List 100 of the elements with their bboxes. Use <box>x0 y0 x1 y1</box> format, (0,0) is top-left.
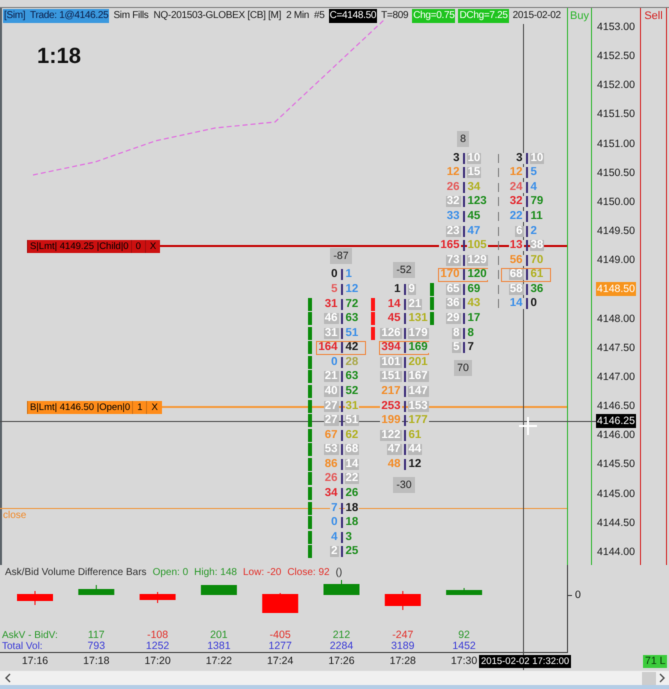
bid-volume: 4 <box>330 532 338 543</box>
price-label: 4152.00 <box>596 78 636 92</box>
ask-volume: 38 <box>530 240 544 252</box>
ask-volume: 51 <box>344 328 360 339</box>
delta-value: 92 <box>458 630 470 641</box>
ask-volume: 21 <box>408 298 422 310</box>
bid-volume: 170 <box>439 269 460 280</box>
candle <box>384 591 421 610</box>
price-label: 4149.00 <box>596 253 636 268</box>
ask-volume: 22 <box>344 473 360 484</box>
delta-tag: -30 <box>393 476 415 493</box>
candle-segment <box>430 312 434 326</box>
bid-volume: 58 <box>508 284 524 295</box>
bid-volume: 3 <box>515 152 524 164</box>
order-label[interactable]: B|Lmt| 4146.50 |Open|0 <box>27 400 132 414</box>
time-label: 17:26 <box>328 655 355 668</box>
candle <box>140 592 176 603</box>
bid-volume: 3 <box>452 152 460 164</box>
volume-value: 1277 <box>268 641 292 652</box>
ask-volume: 12 <box>344 284 360 295</box>
ask-volume: 45 <box>466 211 482 222</box>
ask-volume: 179 <box>408 328 429 339</box>
ask-volume: 63 <box>344 371 360 382</box>
change-label: Chg=0.75 <box>412 9 456 23</box>
order-quantity[interactable]: 1 <box>132 400 146 414</box>
bid-volume: 5 <box>452 342 460 354</box>
cancel-button[interactable]: X <box>146 400 162 414</box>
ask-volume: 14 <box>344 458 360 470</box>
last-price-label: 4148.50 <box>596 282 636 296</box>
scrollbar-thumb[interactable] <box>642 672 656 684</box>
ask-volume: 34 <box>466 182 482 193</box>
bid-volume: 394 <box>380 342 402 354</box>
ask-volume: 31 <box>344 400 360 412</box>
bid-volume: 0 <box>330 269 338 280</box>
order-column[interactable]: Buy <box>567 8 592 565</box>
bid-volume: 164 <box>317 342 338 354</box>
time-label: 17:16 <box>22 655 48 668</box>
ask-volume: 3 <box>344 532 353 543</box>
crosshair-time-label: 2015-02-02 17:32:00 <box>479 655 572 668</box>
price-label: 4145.00 <box>596 486 636 500</box>
bid-volume: 2 <box>330 546 338 558</box>
bid-volume: 32 <box>446 196 460 208</box>
indicator-stat: Low: -20 <box>242 566 282 578</box>
chart-info-text: #5 <box>313 9 326 23</box>
price-label: 4150.50 <box>596 166 636 180</box>
ask-volume: 201 <box>408 356 429 368</box>
chart-info-text: T=809 <box>380 9 410 23</box>
price-label: 4151.00 <box>596 136 636 151</box>
bid-volume: 14 <box>508 298 524 310</box>
bid-volume: 12 <box>508 167 524 178</box>
bid-volume: 73 <box>446 254 460 266</box>
delta-tag: -52 <box>393 262 415 278</box>
bid-volume: 34 <box>324 488 338 500</box>
bid-volume: 0 <box>330 356 338 368</box>
ask-volume: 63 <box>344 313 360 324</box>
chart-info-text: NQ-201503-GLOBEX [CB] [M] <box>152 9 282 23</box>
ask-volume: 8 <box>466 328 475 339</box>
ask-volume: 62 <box>344 430 360 441</box>
bid-volume: 46 <box>324 313 338 324</box>
bid-volume: 5 <box>330 284 338 295</box>
order-label[interactable]: S|Lmt| 4149.25 |Child|0 <box>27 240 131 252</box>
order-line[interactable] <box>160 245 567 247</box>
price-label: 4145.50 <box>596 457 636 472</box>
delta-value: 201 <box>210 630 228 641</box>
ask-volume: 129 <box>466 254 488 266</box>
ask-volume: 79 <box>530 196 544 208</box>
candle <box>78 585 114 595</box>
order-line[interactable] <box>162 406 567 408</box>
position-label: 71 L <box>643 655 668 668</box>
bid-volume: 67 <box>324 430 338 441</box>
ask-volume: 131 <box>408 313 429 324</box>
chevron-right-icon[interactable] <box>659 673 665 683</box>
ask-volume: 15 <box>466 167 482 178</box>
price-label: 4146.50 <box>596 399 636 414</box>
bid-volume: 6 <box>515 226 524 237</box>
bid-volume: 56 <box>508 254 524 266</box>
order-quantity[interactable]: 0 <box>130 240 145 252</box>
ask-volume: 9 <box>408 284 416 295</box>
cancel-button[interactable]: X <box>144 240 160 252</box>
price-label: 4144.00 <box>596 544 636 559</box>
chevron-left-icon[interactable] <box>5 673 11 683</box>
ask-volume: 61 <box>408 430 422 441</box>
bid-volume: 217 <box>380 386 402 397</box>
order-column[interactable]: Sell <box>640 8 667 565</box>
bid-volume: 24 <box>508 182 524 193</box>
bid-volume: 68 <box>508 269 524 280</box>
axis-label: 0 <box>575 589 581 601</box>
ask-volume: 0 <box>530 298 538 310</box>
candle <box>446 588 482 595</box>
ask-volume: 10 <box>530 152 544 164</box>
ask-volume: 36 <box>530 284 544 295</box>
ask-volume: 147 <box>408 386 429 397</box>
delta-value: -108 <box>147 630 168 641</box>
bid-volume: 8 <box>452 328 460 339</box>
bar-timer: 1:18 <box>37 45 82 67</box>
bid-volume: 65 <box>446 284 460 295</box>
ask-volume: 169 <box>408 342 429 354</box>
delta-tag: 8 <box>457 130 469 147</box>
time-label: 17:30 <box>450 655 478 668</box>
delta-value: -247 <box>392 630 414 641</box>
